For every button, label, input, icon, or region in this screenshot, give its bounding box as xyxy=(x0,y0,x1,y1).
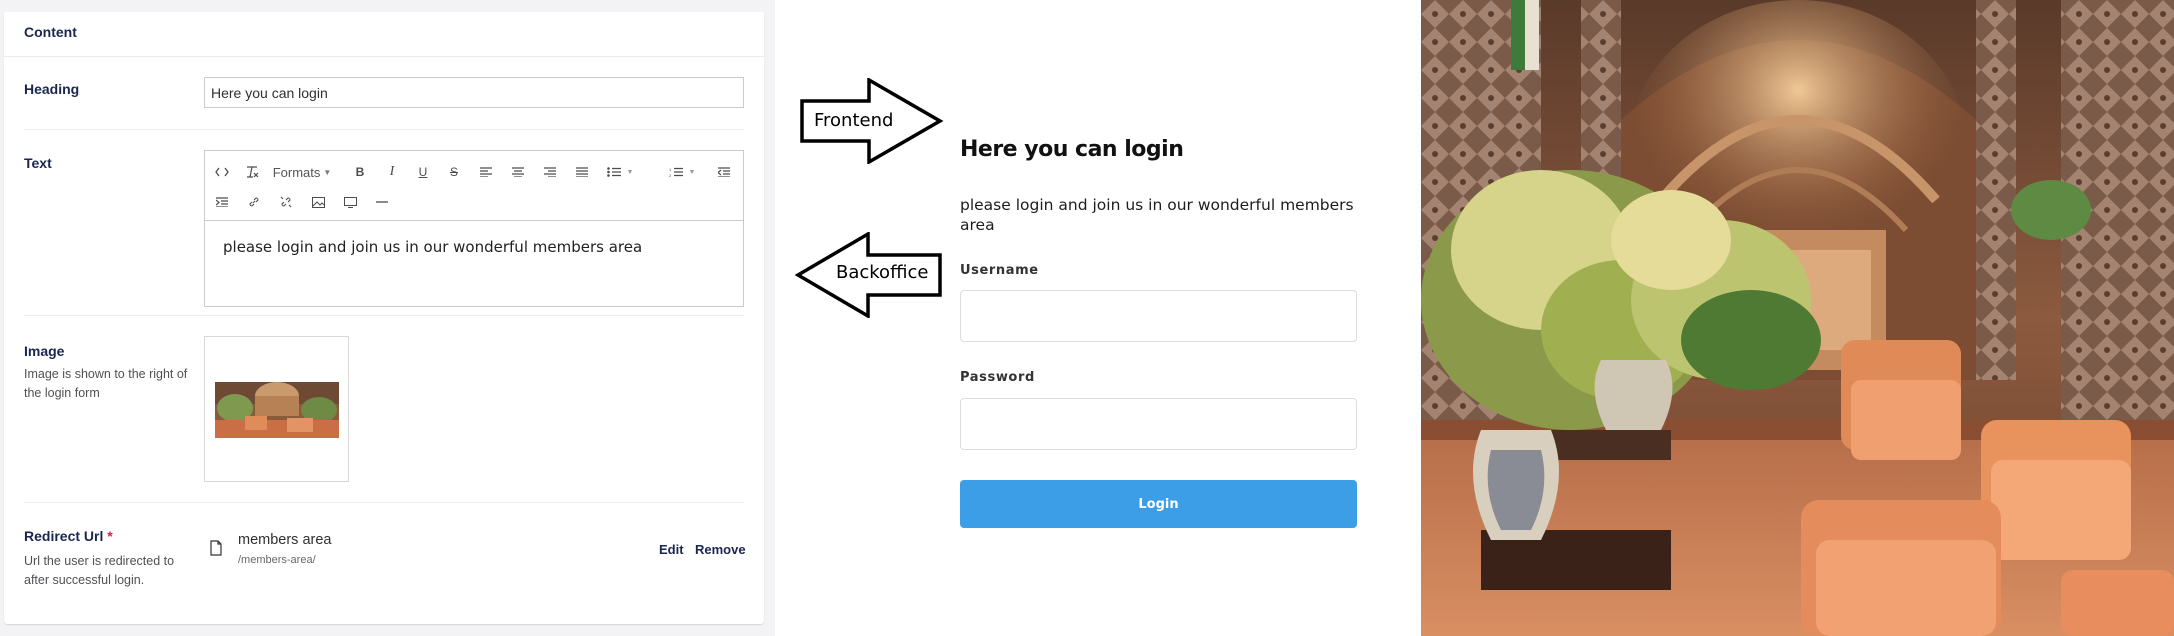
bullet-list-icon[interactable]: ▼ xyxy=(601,161,639,183)
edit-link-button[interactable]: Edit xyxy=(659,542,684,557)
required-marker: * xyxy=(107,528,113,544)
remove-link-button[interactable]: Remove xyxy=(695,542,746,557)
outdent-icon[interactable] xyxy=(713,161,735,183)
rte-content-area[interactable]: please login and join us in our wonderfu… xyxy=(205,222,743,306)
heading-input[interactable] xyxy=(204,77,744,108)
image-description: Image is shown to the right of the login… xyxy=(24,367,188,400)
login-intro-text: please login and join us in our wonderfu… xyxy=(960,196,1354,234)
chevron-down-icon: ▼ xyxy=(323,167,332,177)
formats-dropdown[interactable]: Formats ▼ xyxy=(269,161,335,183)
redirect-url-description: Url the user is redirected to after succ… xyxy=(24,554,175,587)
group-header: Content xyxy=(4,12,764,57)
redirect-url-label: Redirect Url * xyxy=(24,528,113,544)
image-label: Image xyxy=(24,343,65,359)
linked-page-name[interactable]: members area xyxy=(238,532,331,548)
row-divider xyxy=(24,129,744,130)
formats-label: Formats xyxy=(272,164,321,180)
align-center-icon[interactable] xyxy=(507,161,529,183)
link-icon[interactable] xyxy=(243,191,265,213)
frontend-annotation: Frontend xyxy=(814,110,894,131)
rte-toolbar: Formats ▼ B I U S ▼ 12 ▼ xyxy=(205,151,743,221)
username-label: Username xyxy=(960,263,1039,278)
row-divider xyxy=(24,315,744,316)
login-button[interactable]: Login xyxy=(960,480,1357,528)
bold-icon[interactable]: B xyxy=(349,161,371,183)
unlink-icon[interactable] xyxy=(275,191,297,213)
svg-text:2: 2 xyxy=(669,173,672,177)
strikethrough-icon[interactable]: S xyxy=(443,161,465,183)
chevron-down-icon: ▼ xyxy=(626,168,634,176)
underline-icon[interactable]: U xyxy=(412,161,434,183)
document-icon xyxy=(210,540,222,561)
redirect-url-label-text: Redirect Url xyxy=(24,528,104,544)
image-icon[interactable] xyxy=(307,191,329,213)
align-right-icon[interactable] xyxy=(539,161,561,183)
align-left-icon[interactable] xyxy=(475,161,497,183)
rich-text-editor: Formats ▼ B I U S ▼ 12 ▼ please login an… xyxy=(204,150,744,307)
lobby-photo xyxy=(1421,0,2174,636)
numbered-list-icon[interactable]: 12 ▼ xyxy=(663,161,701,183)
content-property-group: Content Heading Text Formats ▼ B I U S xyxy=(4,12,764,624)
justify-icon[interactable] xyxy=(571,161,593,183)
horizontal-rule-icon[interactable] xyxy=(371,191,393,213)
italic-icon[interactable]: I xyxy=(381,161,403,183)
image-thumbnail[interactable] xyxy=(215,382,339,438)
svg-text:1: 1 xyxy=(669,167,672,172)
indent-icon[interactable] xyxy=(211,191,233,213)
source-code-icon[interactable] xyxy=(211,161,233,183)
text-label: Text xyxy=(24,155,52,171)
heading-label: Heading xyxy=(24,81,80,97)
login-heading: Here you can login xyxy=(960,137,1184,162)
password-input[interactable] xyxy=(960,398,1357,450)
row-divider xyxy=(24,502,744,503)
embed-media-icon[interactable] xyxy=(339,191,361,213)
linked-page-url: /members-area/ xyxy=(238,554,316,566)
username-input[interactable] xyxy=(960,290,1357,342)
media-picker[interactable] xyxy=(204,336,349,482)
clear-formatting-icon[interactable] xyxy=(241,161,263,183)
chevron-down-icon: ▼ xyxy=(688,168,696,176)
backoffice-annotation: Backoffice xyxy=(836,262,929,283)
password-label: Password xyxy=(960,370,1035,385)
